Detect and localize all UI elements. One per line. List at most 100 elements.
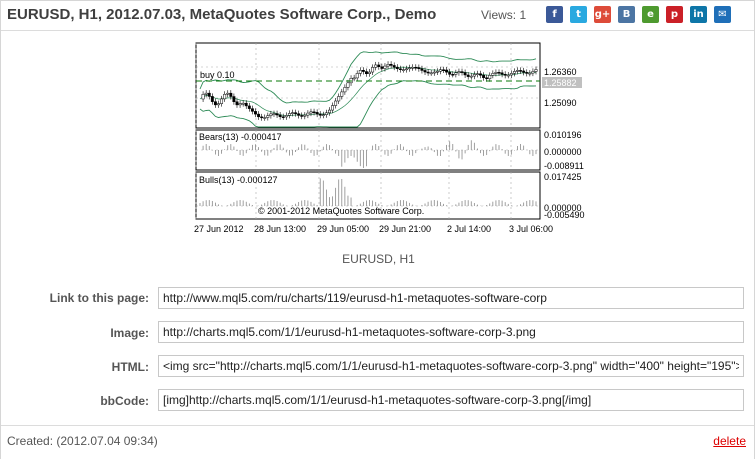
candle	[272, 113, 276, 115]
candle	[509, 73, 513, 76]
candle	[383, 65, 387, 69]
candle	[417, 67, 421, 69]
link-field[interactable]	[158, 287, 744, 309]
candle	[374, 64, 378, 68]
candle	[442, 69, 445, 71]
candle	[460, 71, 464, 73]
candle	[241, 102, 245, 105]
candle	[318, 113, 322, 116]
time-tick-label: 3 Jul 06:00	[509, 224, 553, 234]
candle	[457, 71, 461, 74]
candle	[435, 70, 439, 73]
price-tick-label: 1.25882	[544, 78, 577, 88]
chart-share-panel: EURUSD, H1, 2012.07.03, MetaQuotes Softw…	[0, 0, 755, 459]
candle	[506, 74, 510, 77]
bears-tick-label: 0.000000	[544, 147, 582, 157]
candle	[395, 66, 399, 69]
views-label: Views:	[481, 8, 517, 22]
time-tick-label: 27 Jun 2012	[194, 224, 244, 234]
twitter-icon[interactable]: t	[570, 6, 587, 23]
candle	[503, 73, 507, 76]
delete-link[interactable]: delete	[713, 434, 746, 448]
candle	[254, 111, 257, 115]
price-chart: buy 0.10 1.263601.25882 1.25090 Bears(13) -…	[191, 41, 591, 236]
candle	[488, 75, 492, 80]
candle	[420, 68, 424, 71]
candle	[312, 111, 316, 114]
candle	[361, 70, 365, 72]
time-tick-label: 29 Jun 05:00	[317, 224, 369, 234]
candle	[469, 75, 473, 78]
candle	[454, 72, 458, 75]
bears-tick-label: -0.008911	[544, 161, 584, 171]
candle	[377, 64, 381, 67]
candle	[534, 69, 538, 72]
candle	[250, 108, 254, 112]
candle	[497, 72, 501, 74]
candle	[408, 67, 412, 70]
candle	[463, 72, 467, 76]
candle	[448, 71, 452, 75]
candle	[287, 113, 291, 116]
candle	[423, 70, 427, 73]
candle	[309, 111, 313, 114]
candle	[226, 92, 230, 95]
candle	[451, 74, 455, 76]
candle	[321, 114, 325, 116]
google-plus-icon[interactable]: g+	[594, 6, 611, 23]
copyright-label: © 2001-2012 MetaQuotes Software Corp.	[258, 206, 424, 216]
html-code-field[interactable]	[158, 355, 744, 377]
candle	[207, 92, 211, 97]
candle	[324, 112, 328, 115]
price-tick-label: 1.26360	[544, 67, 577, 77]
candle	[485, 77, 489, 80]
candle	[472, 74, 476, 77]
linkedin-icon[interactable]: in	[690, 6, 707, 23]
candle	[275, 113, 279, 116]
candle	[217, 103, 220, 106]
candle	[346, 82, 350, 88]
candle	[398, 68, 402, 70]
candle	[365, 71, 368, 74]
price-tick-label: 1.25090	[544, 98, 577, 108]
candle	[260, 116, 264, 119]
candle	[247, 105, 251, 109]
share-buttons: f t g+ Be p in ✉	[546, 6, 731, 23]
candle	[519, 70, 523, 72]
candle	[429, 72, 433, 75]
candle	[355, 73, 359, 79]
candle	[306, 112, 310, 116]
candle	[278, 114, 282, 117]
bulls-tick-label: -0.005490	[544, 210, 585, 220]
candle	[315, 112, 319, 115]
candle	[263, 117, 267, 119]
bbcode-field[interactable]	[158, 389, 744, 411]
html-label: HTML:	[111, 360, 149, 374]
email-icon[interactable]: ✉	[714, 6, 731, 23]
candle	[238, 103, 242, 106]
facebook-icon[interactable]: f	[546, 6, 563, 23]
views-count: 1	[519, 8, 527, 22]
candle	[223, 93, 227, 100]
candle	[528, 72, 532, 75]
candle	[210, 96, 214, 102]
candle	[281, 116, 285, 118]
candle	[229, 92, 233, 97]
candle	[411, 66, 415, 69]
candle	[445, 69, 449, 73]
candle	[368, 71, 371, 74]
candle	[343, 87, 347, 93]
candle	[516, 70, 519, 72]
candle	[204, 92, 208, 95]
candle	[522, 70, 526, 73]
candle	[475, 73, 479, 75]
image-url-field[interactable]	[158, 321, 744, 343]
evernote-icon[interactable]: e	[642, 6, 659, 23]
bulls-tick-label: 0.017425	[544, 172, 582, 182]
vkontakte-icon[interactable]: B	[618, 6, 635, 23]
candle	[337, 96, 341, 102]
candle	[358, 70, 362, 74]
image-label: Image:	[110, 326, 149, 340]
candle	[405, 68, 408, 71]
pinterest-icon[interactable]: p	[666, 6, 683, 23]
